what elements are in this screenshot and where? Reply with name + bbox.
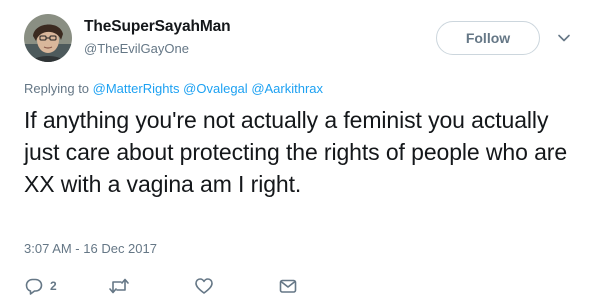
display-name[interactable]: TheSuperSayahMan [84,17,231,36]
tweet-text: If anything you're not actually a femini… [24,107,568,197]
direct-message-button[interactable] [278,276,298,296]
profile-photo-icon [24,14,72,62]
avatar[interactable] [24,14,72,62]
chevron-down-icon[interactable] [557,31,571,45]
reply-context: Replying to @MatterRights @Ovalegal @Aar… [24,80,323,97]
user-handle[interactable]: @TheEvilGayOne [84,40,231,57]
mention-link[interactable]: @Aarkithrax [251,81,323,96]
like-button[interactable] [194,276,214,296]
tweet-card: TheSuperSayahMan @TheEvilGayOne Follow R… [0,0,600,306]
mention-link[interactable]: @Ovalegal [183,81,248,96]
reply-context-prefix: Replying to [24,81,93,96]
mention-link[interactable]: @MatterRights [93,81,180,96]
envelope-icon [279,279,297,293]
heart-icon [195,278,213,294]
author-names: TheSuperSayahMan @TheEvilGayOne [84,17,231,57]
retweet-button[interactable] [108,276,130,296]
reply-icon [25,278,43,295]
reply-count: 2 [50,279,57,293]
follow-button[interactable]: Follow [436,21,540,55]
retweet-icon [109,278,129,294]
timestamp[interactable]: 3:07 AM - 16 Dec 2017 [24,240,157,257]
reply-button[interactable]: 2 [24,276,57,296]
